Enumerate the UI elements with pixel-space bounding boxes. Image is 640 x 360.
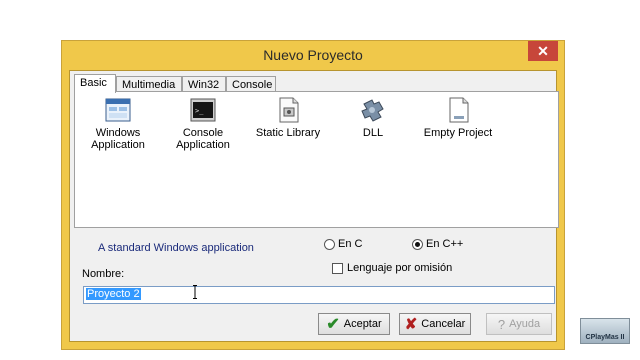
checkmark-icon: ✔ xyxy=(326,316,340,333)
project-name-value: Proyecto 2 xyxy=(86,288,141,300)
template-static-library[interactable]: Static Library xyxy=(248,96,328,139)
empty-project-icon xyxy=(449,97,469,123)
ok-button-label: Aceptar xyxy=(343,318,382,330)
radio-circle[interactable] xyxy=(324,238,335,250)
radio-en-cpp[interactable]: En C++ xyxy=(412,238,463,250)
svg-text:>_: >_ xyxy=(195,107,204,115)
tab-basic[interactable]: Basic xyxy=(74,74,116,93)
template-label: Application xyxy=(91,139,145,151)
help-icon: ? xyxy=(497,316,506,332)
template-label: DLL xyxy=(362,127,384,139)
template-description: A standard Windows application xyxy=(98,242,254,254)
windows-app-icon xyxy=(105,98,131,122)
close-button[interactable]: ✕ xyxy=(528,41,558,61)
watermark-text: CPlayMas II xyxy=(585,334,625,341)
cancel-button-label: Cancelar xyxy=(421,318,466,330)
radio-label: En C++ xyxy=(426,238,464,250)
template-console-application[interactable]: >_ Console Application xyxy=(163,96,243,151)
name-label: Nombre: xyxy=(82,268,125,280)
template-dll[interactable]: DLL xyxy=(333,96,413,139)
checkbox-box[interactable] xyxy=(332,262,343,274)
template-label: Windows xyxy=(95,127,141,139)
watermark-logo: CPlayMas II xyxy=(580,318,630,344)
radio-en-c[interactable]: En C xyxy=(324,238,362,250)
tab-win32[interactable]: Win32 xyxy=(182,76,226,92)
dialog-body: Basic Multimedia Win32 Console Windows A… xyxy=(69,70,559,342)
text-cursor-icon xyxy=(193,285,197,299)
console-app-icon: >_ xyxy=(190,98,216,122)
default-language-checkbox[interactable]: Lenguaje por omisión xyxy=(332,262,452,274)
templates-panel: Windows Application >_ Console Applicati… xyxy=(74,91,559,228)
new-project-dialog: Nuevo Proyecto ✕ Basic Multimedia Win32 … xyxy=(61,40,565,350)
radio-circle-selected[interactable] xyxy=(412,238,423,250)
checkbox-label: Lenguaje por omisión xyxy=(347,262,453,274)
help-button[interactable]: ? Ayuda xyxy=(486,313,552,335)
tab-console[interactable]: Console xyxy=(226,76,276,92)
template-label: Static Library xyxy=(255,127,321,139)
template-empty-project[interactable]: Empty Project xyxy=(418,96,498,139)
tab-multimedia[interactable]: Multimedia xyxy=(116,76,182,92)
dll-icon xyxy=(361,99,384,122)
title-bar[interactable]: Nuevo Proyecto ✕ xyxy=(62,41,564,69)
project-name-input[interactable]: Proyecto 2 xyxy=(83,286,555,304)
template-label: Console xyxy=(182,127,224,139)
ok-button[interactable]: ✔ Aceptar xyxy=(318,313,390,335)
template-windows-application[interactable]: Windows Application xyxy=(78,96,158,151)
cancel-x-icon: ✘ xyxy=(404,316,418,333)
template-label: Empty Project xyxy=(423,127,493,139)
radio-label: En C xyxy=(338,238,363,250)
template-label: Application xyxy=(176,139,230,151)
dialog-title: Nuevo Proyecto xyxy=(263,47,363,63)
close-icon: ✕ xyxy=(537,43,549,59)
cancel-button[interactable]: ✘ Cancelar xyxy=(399,313,471,335)
help-button-label: Ayuda xyxy=(509,318,541,330)
static-library-icon xyxy=(279,97,299,123)
